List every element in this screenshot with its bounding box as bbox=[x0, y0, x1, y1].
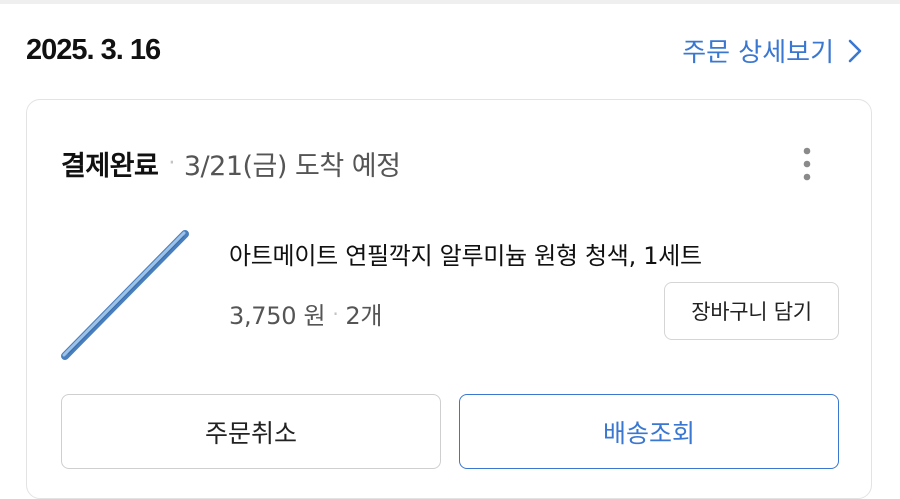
product-quantity: 2개 bbox=[345, 302, 383, 330]
order-card: 결제완료 · 3/21(금) 도착 예정 아트메이트 연필깍지 알루미늄 원형 … bbox=[26, 99, 872, 499]
status-separator: · bbox=[168, 151, 175, 176]
price-row: 3,750 원 · 2개 bbox=[229, 296, 382, 331]
more-options-icon[interactable] bbox=[799, 146, 815, 182]
chevron-right-icon bbox=[848, 39, 862, 63]
order-detail-link[interactable]: 주문 상세보기 bbox=[682, 32, 862, 69]
product-name[interactable]: 아트메이트 연필깍지 알루미늄 원형 청색, 1세트 bbox=[229, 236, 702, 271]
price-separator: · bbox=[332, 301, 339, 326]
add-to-cart-button[interactable]: 장바구니 담기 bbox=[664, 282, 839, 340]
cancel-order-button[interactable]: 주문취소 bbox=[61, 394, 441, 469]
track-delivery-button[interactable]: 배송조회 bbox=[459, 394, 839, 469]
order-detail-label: 주문 상세보기 bbox=[682, 38, 834, 68]
top-divider bbox=[0, 0, 900, 4]
order-status-row: 결제완료 · 3/21(금) 도착 예정 bbox=[61, 144, 401, 183]
delivery-eta: 3/21(금) 도착 예정 bbox=[183, 151, 401, 182]
product-price: 3,750 원 bbox=[229, 302, 326, 330]
order-date: 2025. 3. 16 bbox=[26, 34, 161, 66]
payment-status: 결제완료 bbox=[61, 151, 159, 182]
product-image[interactable] bbox=[57, 228, 197, 364]
